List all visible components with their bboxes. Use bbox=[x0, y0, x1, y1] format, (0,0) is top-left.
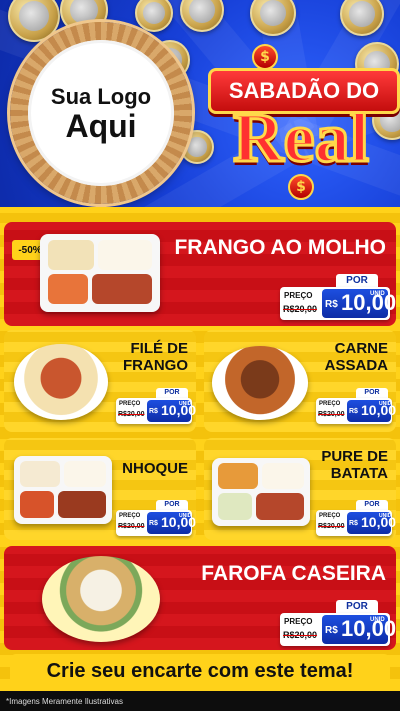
meal-tray-icon bbox=[40, 234, 160, 312]
price-tag: POR PREÇO R$20,00 R$ 10,00 UNID bbox=[116, 388, 196, 424]
new-price: R$ 10,00 UNID bbox=[147, 512, 196, 534]
product-name: FAROFA CASEIRA bbox=[201, 562, 386, 585]
old-price: R$20,00 bbox=[283, 630, 318, 640]
product-name: CARNE ASSADA bbox=[325, 340, 388, 375]
salad-icon bbox=[48, 274, 88, 304]
product-card-file-de-frango[interactable]: FILÉ DE FRANGO POR PREÇO R$20,00 R$ 10,0… bbox=[4, 330, 196, 432]
rice-icon bbox=[20, 461, 60, 487]
currency-label: R$ bbox=[349, 408, 358, 415]
preco-label: PREÇO bbox=[284, 291, 313, 300]
old-price: R$20,00 bbox=[318, 411, 345, 418]
meal-tray-icon bbox=[14, 456, 112, 524]
new-price: R$ 10,00 UNID bbox=[322, 289, 396, 318]
product-card-pure-de-batata[interactable]: PURE DE BATATA POR PREÇO R$20,00 R$ 10,0… bbox=[204, 438, 396, 540]
preco-label: PREÇO bbox=[119, 401, 141, 407]
price-value: 10,00 bbox=[341, 290, 396, 315]
unit-label: UNID bbox=[370, 617, 385, 623]
unit-label: UNID bbox=[179, 401, 192, 407]
product-card-nhoque[interactable]: NHOQUE POR PREÇO R$20,00 R$ 10,00 UNID bbox=[4, 438, 196, 540]
currency-label: R$ bbox=[149, 520, 158, 527]
old-price: R$20,00 bbox=[318, 523, 345, 530]
carrot-icon bbox=[218, 463, 258, 489]
preco-label: PREÇO bbox=[319, 401, 341, 407]
product-name-line2: FRANGO bbox=[123, 357, 188, 375]
coin-icon bbox=[135, 0, 173, 32]
price-tag: POR PREÇO R$20,00 R$ 10,00 UNID bbox=[316, 500, 396, 536]
disclaimer-note: *Imagens Meramente Ilustrativas bbox=[6, 697, 123, 706]
price-tag: POR PREÇO R$20,00 R$ 10,00 UNID bbox=[280, 600, 396, 646]
pasta-icon bbox=[20, 491, 54, 518]
por-label: POR bbox=[156, 388, 188, 398]
hero-banner: Sua Logo Aqui $ SABADÃO DO Real $ bbox=[0, 0, 400, 212]
promo-brand: $ SABADÃO DO Real $ bbox=[208, 40, 400, 200]
currency-label: R$ bbox=[349, 520, 358, 527]
chicken-icon bbox=[92, 274, 152, 304]
currency-label: R$ bbox=[149, 408, 158, 415]
preco-label: PREÇO bbox=[284, 617, 313, 626]
preco-label: PREÇO bbox=[319, 513, 341, 519]
new-price: R$ 10,00 UNID bbox=[347, 512, 396, 534]
product-name: FRANGO AO MOLHO bbox=[174, 236, 386, 259]
unit-label: UNID bbox=[179, 513, 192, 519]
cta-banner[interactable]: Crie seu encarte com este tema! bbox=[10, 654, 390, 688]
product-name-line2: ASSADA bbox=[324, 357, 388, 375]
dollar-coin-icon: $ bbox=[252, 44, 278, 70]
price-tag: POR PREÇO R$20,00 R$ 10,00 UNID bbox=[280, 274, 396, 320]
unit-label: UNID bbox=[370, 291, 385, 297]
unit-label: UNID bbox=[379, 513, 392, 519]
product-name-line1: CARNE bbox=[334, 340, 388, 357]
logo-placeholder: Sua Logo Aqui bbox=[28, 40, 174, 186]
rice-icon bbox=[262, 463, 304, 489]
pure-icon bbox=[218, 493, 252, 520]
product-card-farofa-caseira[interactable]: FAROFA CASEIRA POR PREÇO R$20,00 R$ 10,0… bbox=[4, 546, 396, 650]
meat-icon bbox=[256, 493, 304, 520]
price-tag: POR PREÇO R$20,00 R$ 10,00 UNID bbox=[116, 500, 196, 536]
currency-label: R$ bbox=[325, 625, 338, 636]
preco-label: PREÇO bbox=[119, 513, 141, 519]
bowl-icon bbox=[212, 346, 308, 420]
old-price: R$20,00 bbox=[283, 304, 318, 314]
por-label: POR bbox=[156, 500, 188, 510]
new-price: R$ 10,00 UNID bbox=[322, 615, 396, 644]
product-card-carne-assada[interactable]: CARNE ASSADA POR PREÇO R$20,00 R$ 10,00 … bbox=[204, 330, 396, 432]
meal-tray-icon bbox=[212, 458, 310, 526]
unit-label: UNID bbox=[379, 401, 392, 407]
product-name: NHOQUE bbox=[122, 460, 188, 477]
price-tag: POR PREÇO R$20,00 R$ 10,00 UNID bbox=[316, 388, 396, 424]
bowl-icon bbox=[42, 556, 160, 642]
por-label: POR bbox=[336, 600, 378, 613]
por-label: POR bbox=[356, 500, 388, 510]
product-name-line2: BATATA bbox=[330, 465, 388, 483]
rice-icon bbox=[48, 240, 94, 270]
brand-title-main: Real bbox=[231, 100, 370, 177]
product-name-line1: PURE DE bbox=[321, 448, 388, 465]
rice-icon bbox=[64, 461, 106, 487]
product-name: PURE DE BATATA bbox=[321, 448, 388, 483]
bowl-icon bbox=[14, 344, 108, 420]
price-value: 10,00 bbox=[341, 616, 396, 641]
por-label: POR bbox=[336, 274, 378, 287]
product-name: FILÉ DE FRANGO bbox=[123, 340, 188, 375]
currency-label: R$ bbox=[325, 299, 338, 310]
new-price: R$ 10,00 UNID bbox=[347, 400, 396, 422]
product-card-frango-ao-molho[interactable]: -50% FRANGO AO MOLHO POR PREÇO R$20,00 R… bbox=[4, 222, 396, 326]
product-name-line1: FILÉ DE bbox=[130, 340, 188, 357]
old-price: R$20,00 bbox=[118, 411, 145, 418]
logo-line2: Aqui bbox=[65, 108, 137, 144]
old-price: R$20,00 bbox=[118, 523, 145, 530]
dollar-coin-icon: $ bbox=[288, 174, 314, 200]
new-price: R$ 10,00 UNID bbox=[147, 400, 196, 422]
rice-icon bbox=[98, 240, 152, 270]
sauce-icon bbox=[58, 491, 106, 518]
logo-line1: Sua Logo bbox=[50, 84, 152, 109]
por-label: POR bbox=[356, 388, 388, 398]
